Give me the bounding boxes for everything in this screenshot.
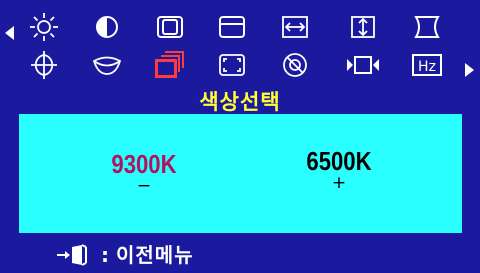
back-to-previous-menu[interactable]: : 이전메뉴 [55, 241, 194, 269]
moire-icon[interactable] [344, 48, 382, 82]
osd-menu: Hz 색상선택 9300K − 6500K + : 이전메뉴 [0, 0, 480, 273]
color-select-panel: 9300K − 6500K + [19, 114, 462, 233]
contrast-icon[interactable] [88, 10, 126, 44]
option-9300k[interactable]: 9300K − [74, 149, 214, 196]
minus-sign: − [136, 176, 152, 196]
zoom-icon[interactable] [213, 48, 251, 82]
h-position-icon[interactable] [151, 10, 189, 44]
previous-arrow-icon[interactable] [5, 26, 14, 40]
pincushion-icon[interactable] [408, 10, 446, 44]
degauss-icon[interactable] [276, 48, 314, 82]
footer-colon: : [101, 243, 110, 267]
next-arrow-icon[interactable] [465, 63, 474, 77]
footer-label: 이전메뉴 [116, 243, 194, 267]
menu-title: 색상선택 [199, 90, 281, 114]
frequency-label: Hz [418, 59, 436, 75]
option-6500k[interactable]: 6500K + [269, 146, 409, 193]
option-9300k-label: 9300K [111, 149, 177, 179]
color-select-icon[interactable] [151, 48, 189, 82]
h-size-icon[interactable] [276, 10, 314, 44]
plus-sign: + [331, 173, 347, 193]
exit-door-icon [57, 244, 87, 266]
parallelogram-icon[interactable] [88, 48, 126, 82]
brightness-icon[interactable] [25, 10, 63, 44]
v-position-icon[interactable] [213, 10, 251, 44]
option-6500k-label: 6500K [306, 146, 372, 176]
frequency-icon[interactable]: Hz [408, 48, 446, 82]
trapezoid-icon[interactable] [25, 48, 63, 82]
v-size-icon[interactable] [344, 10, 382, 44]
